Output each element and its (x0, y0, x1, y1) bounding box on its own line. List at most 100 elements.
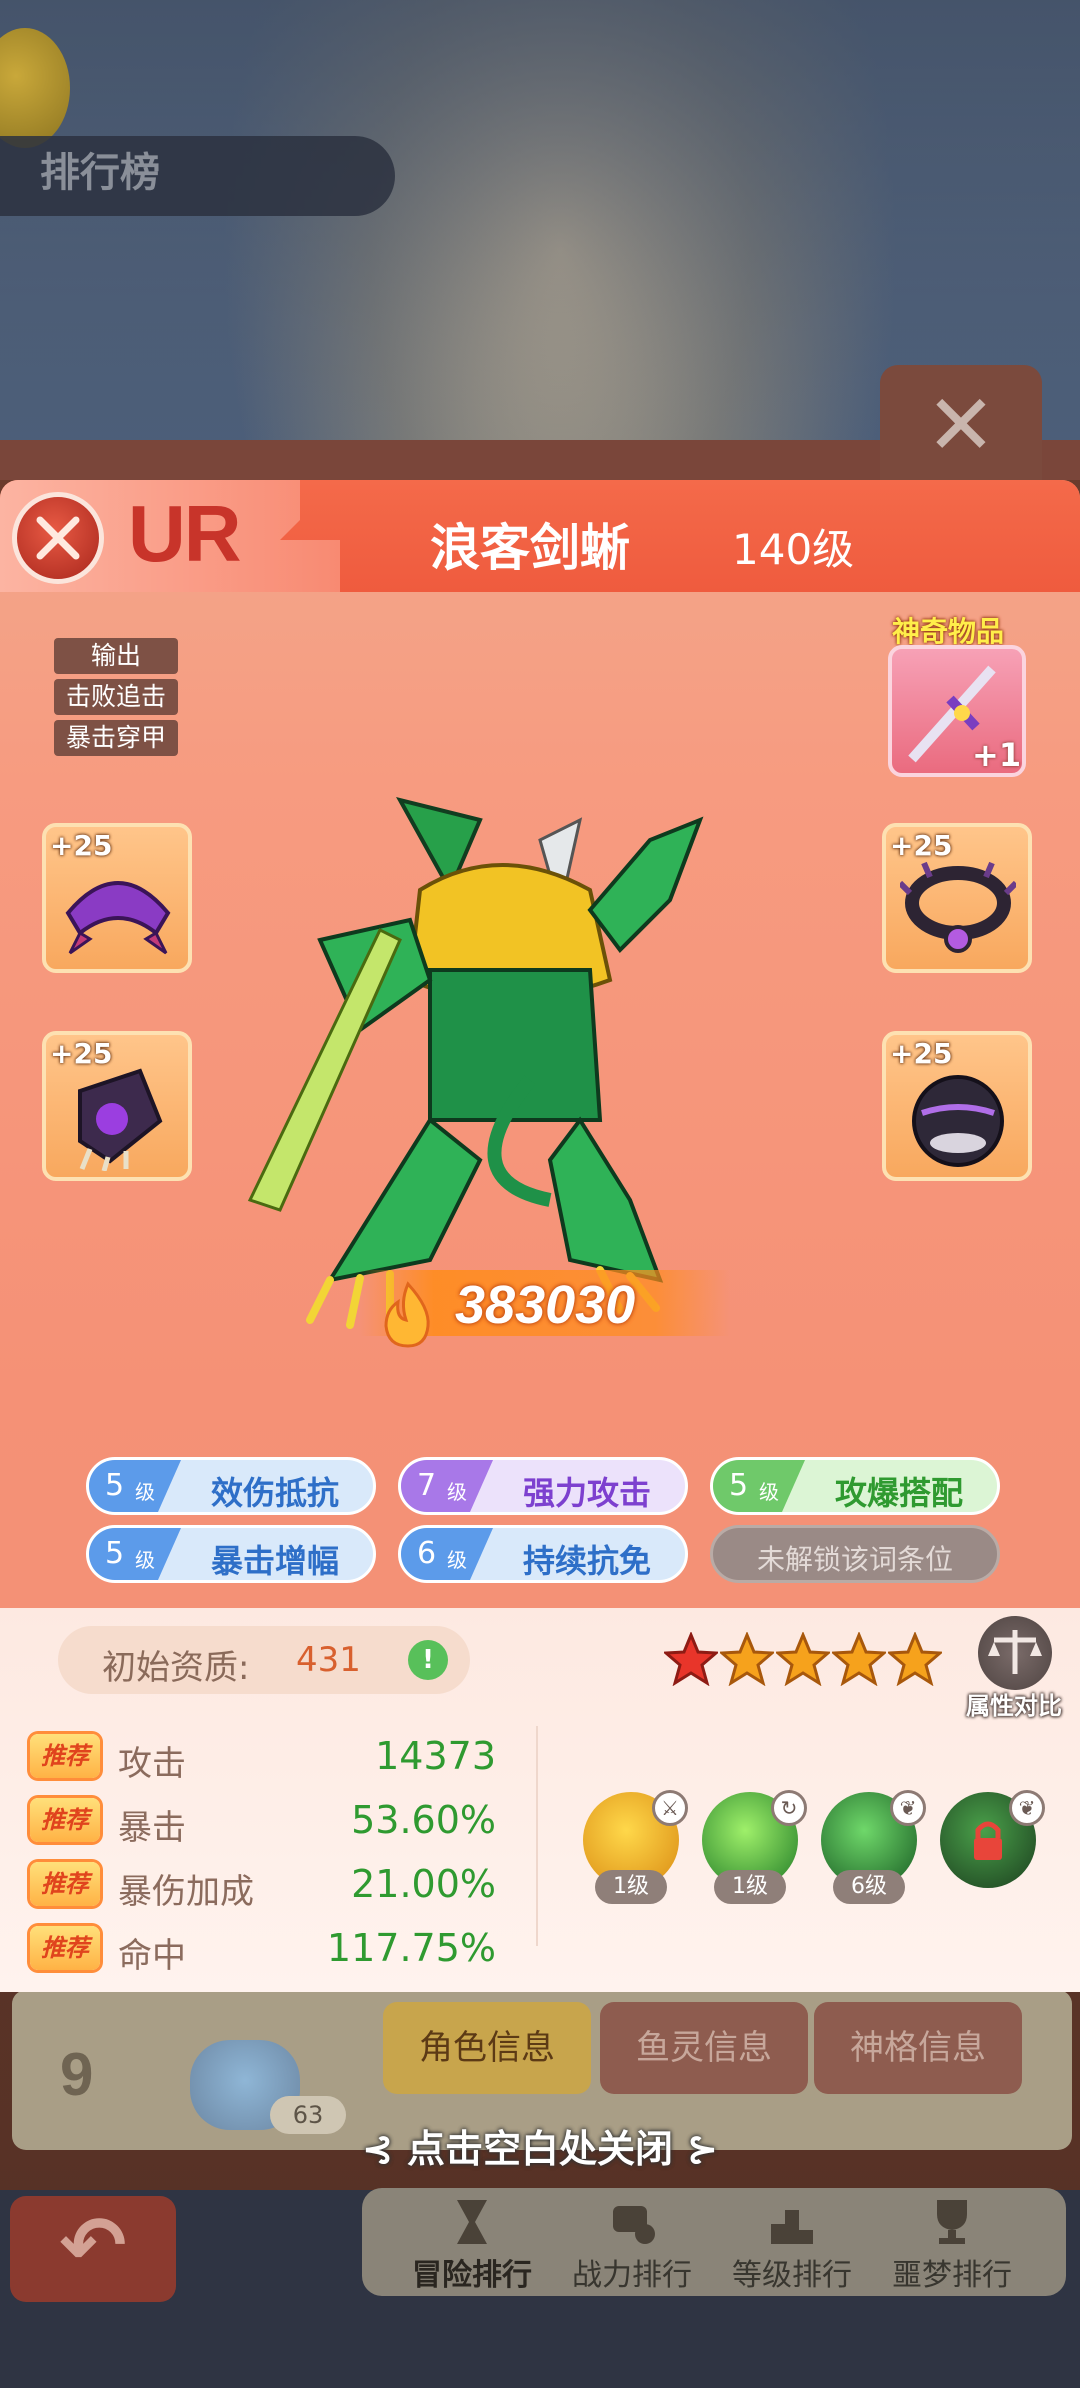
nav-label: 噩梦排行 (892, 2258, 1012, 2293)
artifact-plus: +1 (972, 736, 1022, 774)
equipment-slot-neck[interactable]: +25 (882, 823, 1032, 973)
scale-icon (988, 1630, 1042, 1674)
recommend-badge: 推荐 (30, 1926, 100, 1970)
recommend-badge: 推荐 (30, 1798, 100, 1842)
trait-chip[interactable]: 6 级 持续抗免 (398, 1525, 688, 1583)
purple-helmet-icon (65, 881, 171, 955)
trait-level: 5 (105, 1468, 125, 1503)
trait-name: 强力攻击 (522, 1474, 651, 1512)
artifact-label: 神奇物品 (892, 615, 1005, 648)
trait-name: 暴击增幅 (210, 1542, 339, 1580)
recommend-badge: 推荐 (30, 1862, 100, 1906)
trait-level: 5 (729, 1468, 749, 1503)
aptitude-pill: 初始资质: 431 ! (58, 1626, 470, 1694)
recommend-badge: 推荐 (30, 1734, 100, 1778)
trophy-icon (937, 2200, 967, 2244)
power-badge-icon (613, 2206, 655, 2244)
dark-orb-armor-icon (912, 1075, 1004, 1167)
rarity-label: UR (128, 489, 242, 578)
hero-tag: 击败追击 (54, 679, 178, 715)
spiked-collar-icon (900, 861, 1016, 953)
hourglass-icon (457, 2200, 487, 2244)
screen-title-text: 排行榜 (40, 150, 160, 196)
enhance-level: +25 (890, 829, 953, 862)
close-hint-ornament-right: ⊱ (673, 2127, 719, 2171)
nav-label: 战力排行 (572, 2258, 692, 2293)
trait-chip[interactable]: 5 级 攻爆搭配 (710, 1457, 1000, 1515)
enhance-level: +25 (50, 1037, 113, 1070)
aptitude-label: 初始资质: (102, 1648, 250, 1688)
close-hint: ⊰ 点击空白处关闭 ⊱ (0, 2118, 1080, 2173)
star-icon (664, 1632, 718, 1686)
enhance-level: +25 (890, 1037, 953, 1070)
nav-label: 等级排行 (732, 2258, 852, 2293)
close-icon: ✕ (925, 376, 997, 474)
star-icon (776, 1632, 830, 1686)
stat-value: 53.60% (351, 1798, 496, 1842)
trait-level: 6 (417, 1536, 437, 1571)
info-icon[interactable]: ! (408, 1640, 448, 1680)
back-arrow-icon: ↶ (59, 2199, 127, 2292)
hero-tag: 暴击穿甲 (54, 720, 178, 756)
hero-tag: 输出 (54, 638, 178, 674)
aptitude-value: 431 (296, 1640, 361, 1680)
close-hint-ornament-left: ⊰ (361, 2127, 407, 2171)
skill-level: 1级 (714, 1870, 786, 1904)
stat-value: 117.75% (326, 1926, 496, 1970)
equipment-slot-head[interactable]: +25 (42, 823, 192, 973)
trait-level: 5 (105, 1536, 125, 1571)
trait-chip-locked[interactable]: 未解锁该词条位 (710, 1525, 1000, 1583)
claw-glove-icon (78, 1068, 163, 1171)
stat-name: 攻击 (118, 1744, 186, 1784)
flame-icon (384, 1281, 430, 1348)
screen-title: 排行榜 (40, 140, 160, 198)
close-button[interactable]: ✕ (880, 365, 1042, 485)
trait-level: 7 (417, 1468, 437, 1503)
enhance-level: +25 (50, 829, 113, 862)
star-icon (888, 1632, 942, 1686)
nav-adventure-ranking[interactable]: 冒险排行 (392, 2188, 552, 2296)
compare-button[interactable] (978, 1616, 1052, 1690)
trait-chip[interactable]: 5 级 效伤抵抗 (86, 1457, 376, 1515)
nav-power-ranking[interactable]: 战力排行 (552, 2188, 712, 2296)
nav-level-ranking[interactable]: 等级排行 (712, 2188, 872, 2296)
hero-name: 浪客剑蜥 (430, 519, 630, 577)
sword-badge-icon: ⚔ (652, 1790, 688, 1826)
trait-chip[interactable]: 5 级 暴击增幅 (86, 1525, 376, 1583)
stat-name: 暴伤加成 (118, 1872, 254, 1912)
star-icon (720, 1632, 774, 1686)
trait-level-unit: 级 (447, 1480, 467, 1504)
crossed-swords-class-icon (12, 492, 104, 584)
stat-value: 14373 (375, 1734, 496, 1778)
skill-level: 1级 (595, 1870, 667, 1904)
compare-label: 属性对比 (966, 1692, 1062, 1720)
tab-character-info[interactable]: 角色信息 (383, 2002, 591, 2094)
divider (536, 1726, 538, 1946)
nav-label: 冒险排行 (412, 2258, 532, 2293)
back-button[interactable]: ↶ (10, 2196, 176, 2302)
tab-divinity-info[interactable]: 神格信息 (814, 2002, 1022, 2094)
trait-level-unit: 级 (447, 1548, 467, 1572)
tab-fish-spirit-info[interactable]: 鱼灵信息 (600, 2002, 808, 2094)
trait-name: 攻爆搭配 (834, 1474, 963, 1512)
trait-level-unit: 级 (135, 1480, 155, 1504)
rank-number: 9 (60, 2041, 94, 2108)
hero-level: 140级 (732, 525, 855, 574)
close-hint-text: 点击空白处关闭 (406, 2127, 673, 2171)
stat-name: 命中 (118, 1936, 186, 1976)
stat-value: 21.00% (351, 1862, 496, 1906)
equipment-slot-body[interactable]: +25 (882, 1031, 1032, 1181)
trait-level-unit: 级 (759, 1480, 779, 1504)
cycle-badge-icon: ↻ (771, 1790, 807, 1826)
leaf-badge-icon: ❦ (890, 1790, 926, 1826)
trait-chip[interactable]: 7 级 强力攻击 (398, 1457, 688, 1515)
leaf-badge-icon: ❦ (1009, 1790, 1045, 1826)
trait-locked-text: 未解锁该词条位 (756, 1543, 953, 1576)
podium-icon (771, 2210, 813, 2244)
nav-nightmare-ranking[interactable]: 噩梦排行 (872, 2188, 1032, 2296)
skill-level: 6级 (833, 1870, 905, 1904)
star-icon (832, 1632, 886, 1686)
trait-name: 效伤抵抗 (210, 1474, 339, 1512)
trait-name: 持续抗免 (522, 1542, 651, 1580)
equipment-slot-hands[interactable]: +25 (42, 1031, 192, 1181)
